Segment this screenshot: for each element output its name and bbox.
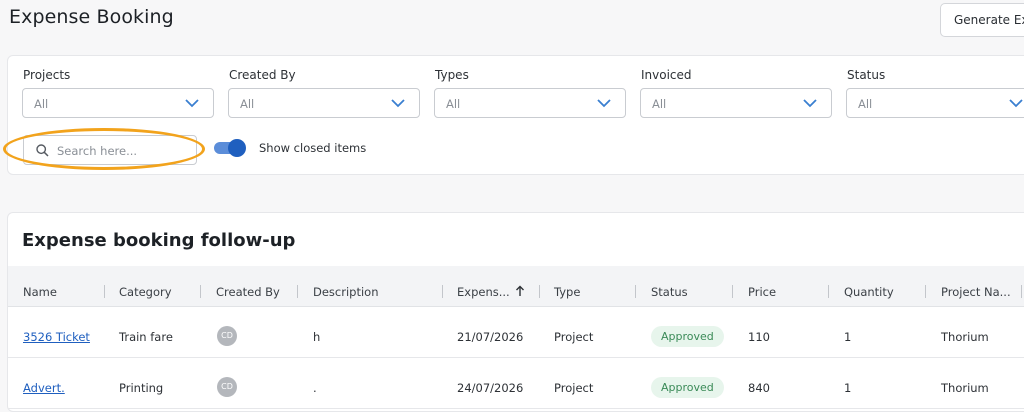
price-cell: 840 <box>748 381 770 395</box>
search-placeholder: Search here... <box>57 144 138 158</box>
types-select[interactable]: All <box>434 88 626 118</box>
column-divider[interactable] <box>828 285 829 298</box>
column-divider[interactable] <box>539 285 540 298</box>
expense-date-cell: 24/07/2026 <box>457 381 524 395</box>
column-divider[interactable] <box>442 285 443 298</box>
filter-types: Types All <box>434 68 626 118</box>
column-divider[interactable] <box>925 285 926 298</box>
column-divider[interactable] <box>104 285 105 298</box>
description-cell: . <box>313 381 317 395</box>
toggle-knob <box>228 139 246 157</box>
filter-status: Status All <box>846 68 1024 118</box>
filter-invoiced: Invoiced All <box>640 68 832 118</box>
select-value: All <box>858 97 873 111</box>
chevron-down-icon <box>597 99 611 108</box>
category-cell: Printing <box>119 381 164 395</box>
search-input[interactable]: Search here... <box>23 135 197 165</box>
filter-label: Status <box>847 68 886 82</box>
column-header-category[interactable]: Category <box>119 285 172 299</box>
filter-label: Created By <box>229 68 296 82</box>
filter-projects: Projects All <box>22 68 214 118</box>
chevron-down-icon <box>391 99 405 108</box>
filter-created-by: Created By All <box>228 68 420 118</box>
column-header-type[interactable]: Type <box>554 285 580 299</box>
show-closed-label: Show closed items <box>259 141 367 155</box>
invoiced-select[interactable]: All <box>640 88 832 118</box>
column-divider[interactable] <box>732 285 733 298</box>
column-header-price[interactable]: Price <box>748 285 776 299</box>
column-header-project-name[interactable]: Project Na... <box>941 285 1011 299</box>
status-badge: Approved <box>651 326 724 347</box>
column-header-expense-date[interactable]: Expens... <box>457 285 510 299</box>
column-header-created-by[interactable]: Created By <box>216 285 280 299</box>
column-header-quantity[interactable]: Quantity <box>844 285 894 299</box>
projects-select[interactable]: All <box>22 88 214 118</box>
select-value: All <box>240 97 255 111</box>
column-divider[interactable] <box>1021 285 1022 298</box>
column-header-description[interactable]: Description <box>313 285 379 299</box>
column-header-status[interactable]: Status <box>651 285 688 299</box>
status-select[interactable]: All <box>846 88 1024 118</box>
type-cell: Project <box>554 381 594 395</box>
expense-date-cell: 21/07/2026 <box>457 330 524 344</box>
search-icon <box>36 144 49 157</box>
quantity-cell: 1 <box>844 330 852 344</box>
description-cell: h <box>313 330 321 344</box>
table-row[interactable]: 3526 Ticket Train fare CD h 21/07/2026 P… <box>8 307 1024 358</box>
page-title: Expense Booking <box>9 6 174 28</box>
column-header-name[interactable]: Name <box>23 285 57 299</box>
table-title: Expense booking follow-up <box>22 230 296 251</box>
chevron-down-icon <box>803 99 817 108</box>
generate-button[interactable]: Generate Ex <box>940 3 1024 37</box>
filter-label: Types <box>435 68 469 82</box>
column-divider[interactable] <box>635 285 636 298</box>
filter-label: Invoiced <box>641 68 692 82</box>
type-cell: Project <box>554 330 594 344</box>
column-divider[interactable] <box>297 285 298 298</box>
arrow-up-icon[interactable] <box>515 285 525 297</box>
column-divider[interactable] <box>200 285 201 298</box>
project-name-cell: Thorium <box>941 330 989 344</box>
filter-label: Projects <box>23 68 71 82</box>
quantity-cell: 1 <box>844 381 852 395</box>
expense-name-link[interactable]: 3526 Ticket <box>23 330 90 344</box>
status-badge: Approved <box>651 377 724 398</box>
chevron-down-icon <box>185 99 199 108</box>
table-header: Name Category Created By Description Exp… <box>8 266 1024 307</box>
avatar: CD <box>217 326 237 346</box>
select-value: All <box>34 97 49 111</box>
chevron-down-icon <box>1009 99 1023 108</box>
created-by-select[interactable]: All <box>228 88 420 118</box>
expense-name-link[interactable]: Advert. <box>23 381 65 395</box>
select-value: All <box>652 97 667 111</box>
category-cell: Train fare <box>119 330 173 344</box>
project-name-cell: Thorium <box>941 381 989 395</box>
expense-table-card: Expense booking follow-up Name Category … <box>7 212 1024 412</box>
avatar: CD <box>217 377 237 397</box>
select-value: All <box>446 97 461 111</box>
price-cell: 110 <box>748 330 770 344</box>
filter-panel: Projects All Created By All Types All In… <box>7 55 1024 175</box>
show-closed-toggle[interactable] <box>214 139 246 157</box>
table-row[interactable]: Advert. Printing CD . 24/07/2026 Project… <box>8 358 1024 409</box>
